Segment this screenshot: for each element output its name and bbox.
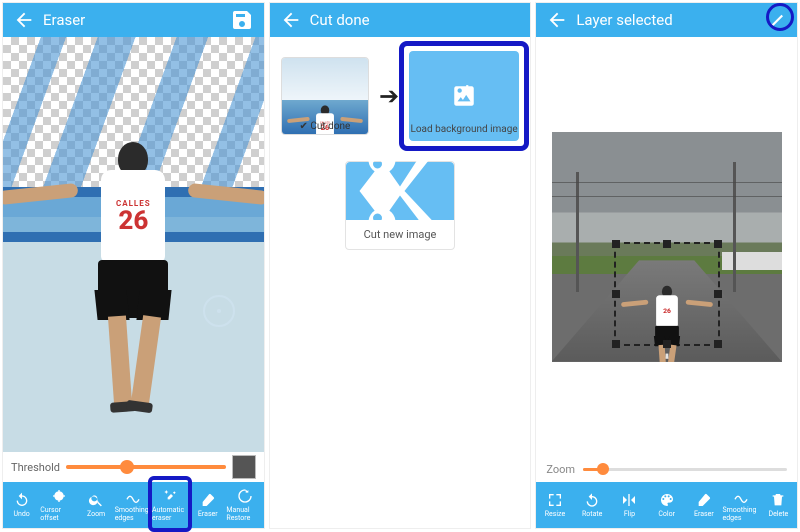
cut-new-image-button[interactable]: Cut new image: [345, 161, 455, 250]
page-title: Eraser: [43, 11, 230, 29]
load-background-button[interactable]: Load background image: [409, 51, 519, 141]
tool-flip[interactable]: Flip: [611, 482, 648, 528]
tool-eraser[interactable]: Eraser: [189, 482, 226, 528]
tool-cursor-offset[interactable]: Cursor offset: [40, 482, 77, 528]
body: CALLES26 ✔ Cut done ➔ Load background im…: [270, 37, 531, 528]
threshold-bar: Threshold: [3, 452, 264, 482]
cut-done-screen: Cut done CALLES26 ✔ Cut done ➔: [269, 2, 532, 529]
zoom-slider[interactable]: [583, 468, 787, 471]
background-photo: 26: [552, 132, 782, 362]
compositor-canvas[interactable]: 26: [536, 37, 797, 456]
back-button[interactable]: [280, 9, 302, 31]
color-preview[interactable]: [232, 455, 256, 479]
tool-auto-eraser[interactable]: Automatic eraser: [152, 482, 189, 528]
threshold-label: Threshold: [11, 461, 60, 474]
header: Eraser: [3, 3, 264, 37]
tool-smoothing[interactable]: Smoothing edges: [115, 482, 152, 528]
tool-restore[interactable]: Manual Restore: [226, 482, 263, 528]
bottom-toolbar: Resize Rotate Flip Color Eraser Smoothin…: [536, 482, 797, 528]
cursor-indicator: [203, 295, 235, 327]
cut-done-check: ✔ Cut done: [282, 121, 368, 132]
page-title: Layer selected: [576, 11, 763, 29]
save-button[interactable]: [230, 8, 254, 32]
subject-person: CALLES 26: [53, 142, 213, 422]
tool-zoom[interactable]: Zoom: [77, 482, 114, 528]
tool-rotate[interactable]: Rotate: [574, 482, 611, 528]
zoom-bar: Zoom: [536, 456, 797, 482]
tool-resize[interactable]: Resize: [536, 482, 573, 528]
bottom-toolbar: Undo Cursor offset Zoom Smoothing edges …: [3, 482, 264, 528]
tool-color[interactable]: Color: [648, 482, 685, 528]
threshold-slider[interactable]: [66, 465, 226, 469]
arrow-icon: ➔: [379, 82, 399, 110]
back-button[interactable]: [546, 9, 568, 31]
tool-smoothing[interactable]: Smoothing edges: [723, 482, 760, 528]
jersey-number: 26: [118, 208, 148, 234]
eraser-screen: Eraser CALLES 26 Threshold Undo Cursor o…: [2, 2, 265, 529]
zoom-label: Zoom: [546, 463, 575, 476]
selection-box[interactable]: 26: [614, 242, 720, 346]
header: Cut done: [270, 3, 531, 37]
editor-canvas[interactable]: CALLES 26: [3, 37, 264, 452]
load-bg-label: Load background image: [410, 124, 517, 135]
tool-delete[interactable]: Delete: [760, 482, 797, 528]
page-title: Cut done: [310, 11, 521, 29]
confirm-button[interactable]: [763, 8, 787, 32]
layer-selected-screen: Layer selected 26: [535, 2, 798, 529]
tool-eraser[interactable]: Eraser: [685, 482, 722, 528]
cutout-thumbnail[interactable]: CALLES26 ✔ Cut done: [281, 57, 369, 135]
cut-new-label: Cut new image: [364, 220, 437, 249]
tool-undo[interactable]: Undo: [3, 482, 40, 528]
header: Layer selected: [536, 3, 797, 37]
back-button[interactable]: [13, 9, 35, 31]
